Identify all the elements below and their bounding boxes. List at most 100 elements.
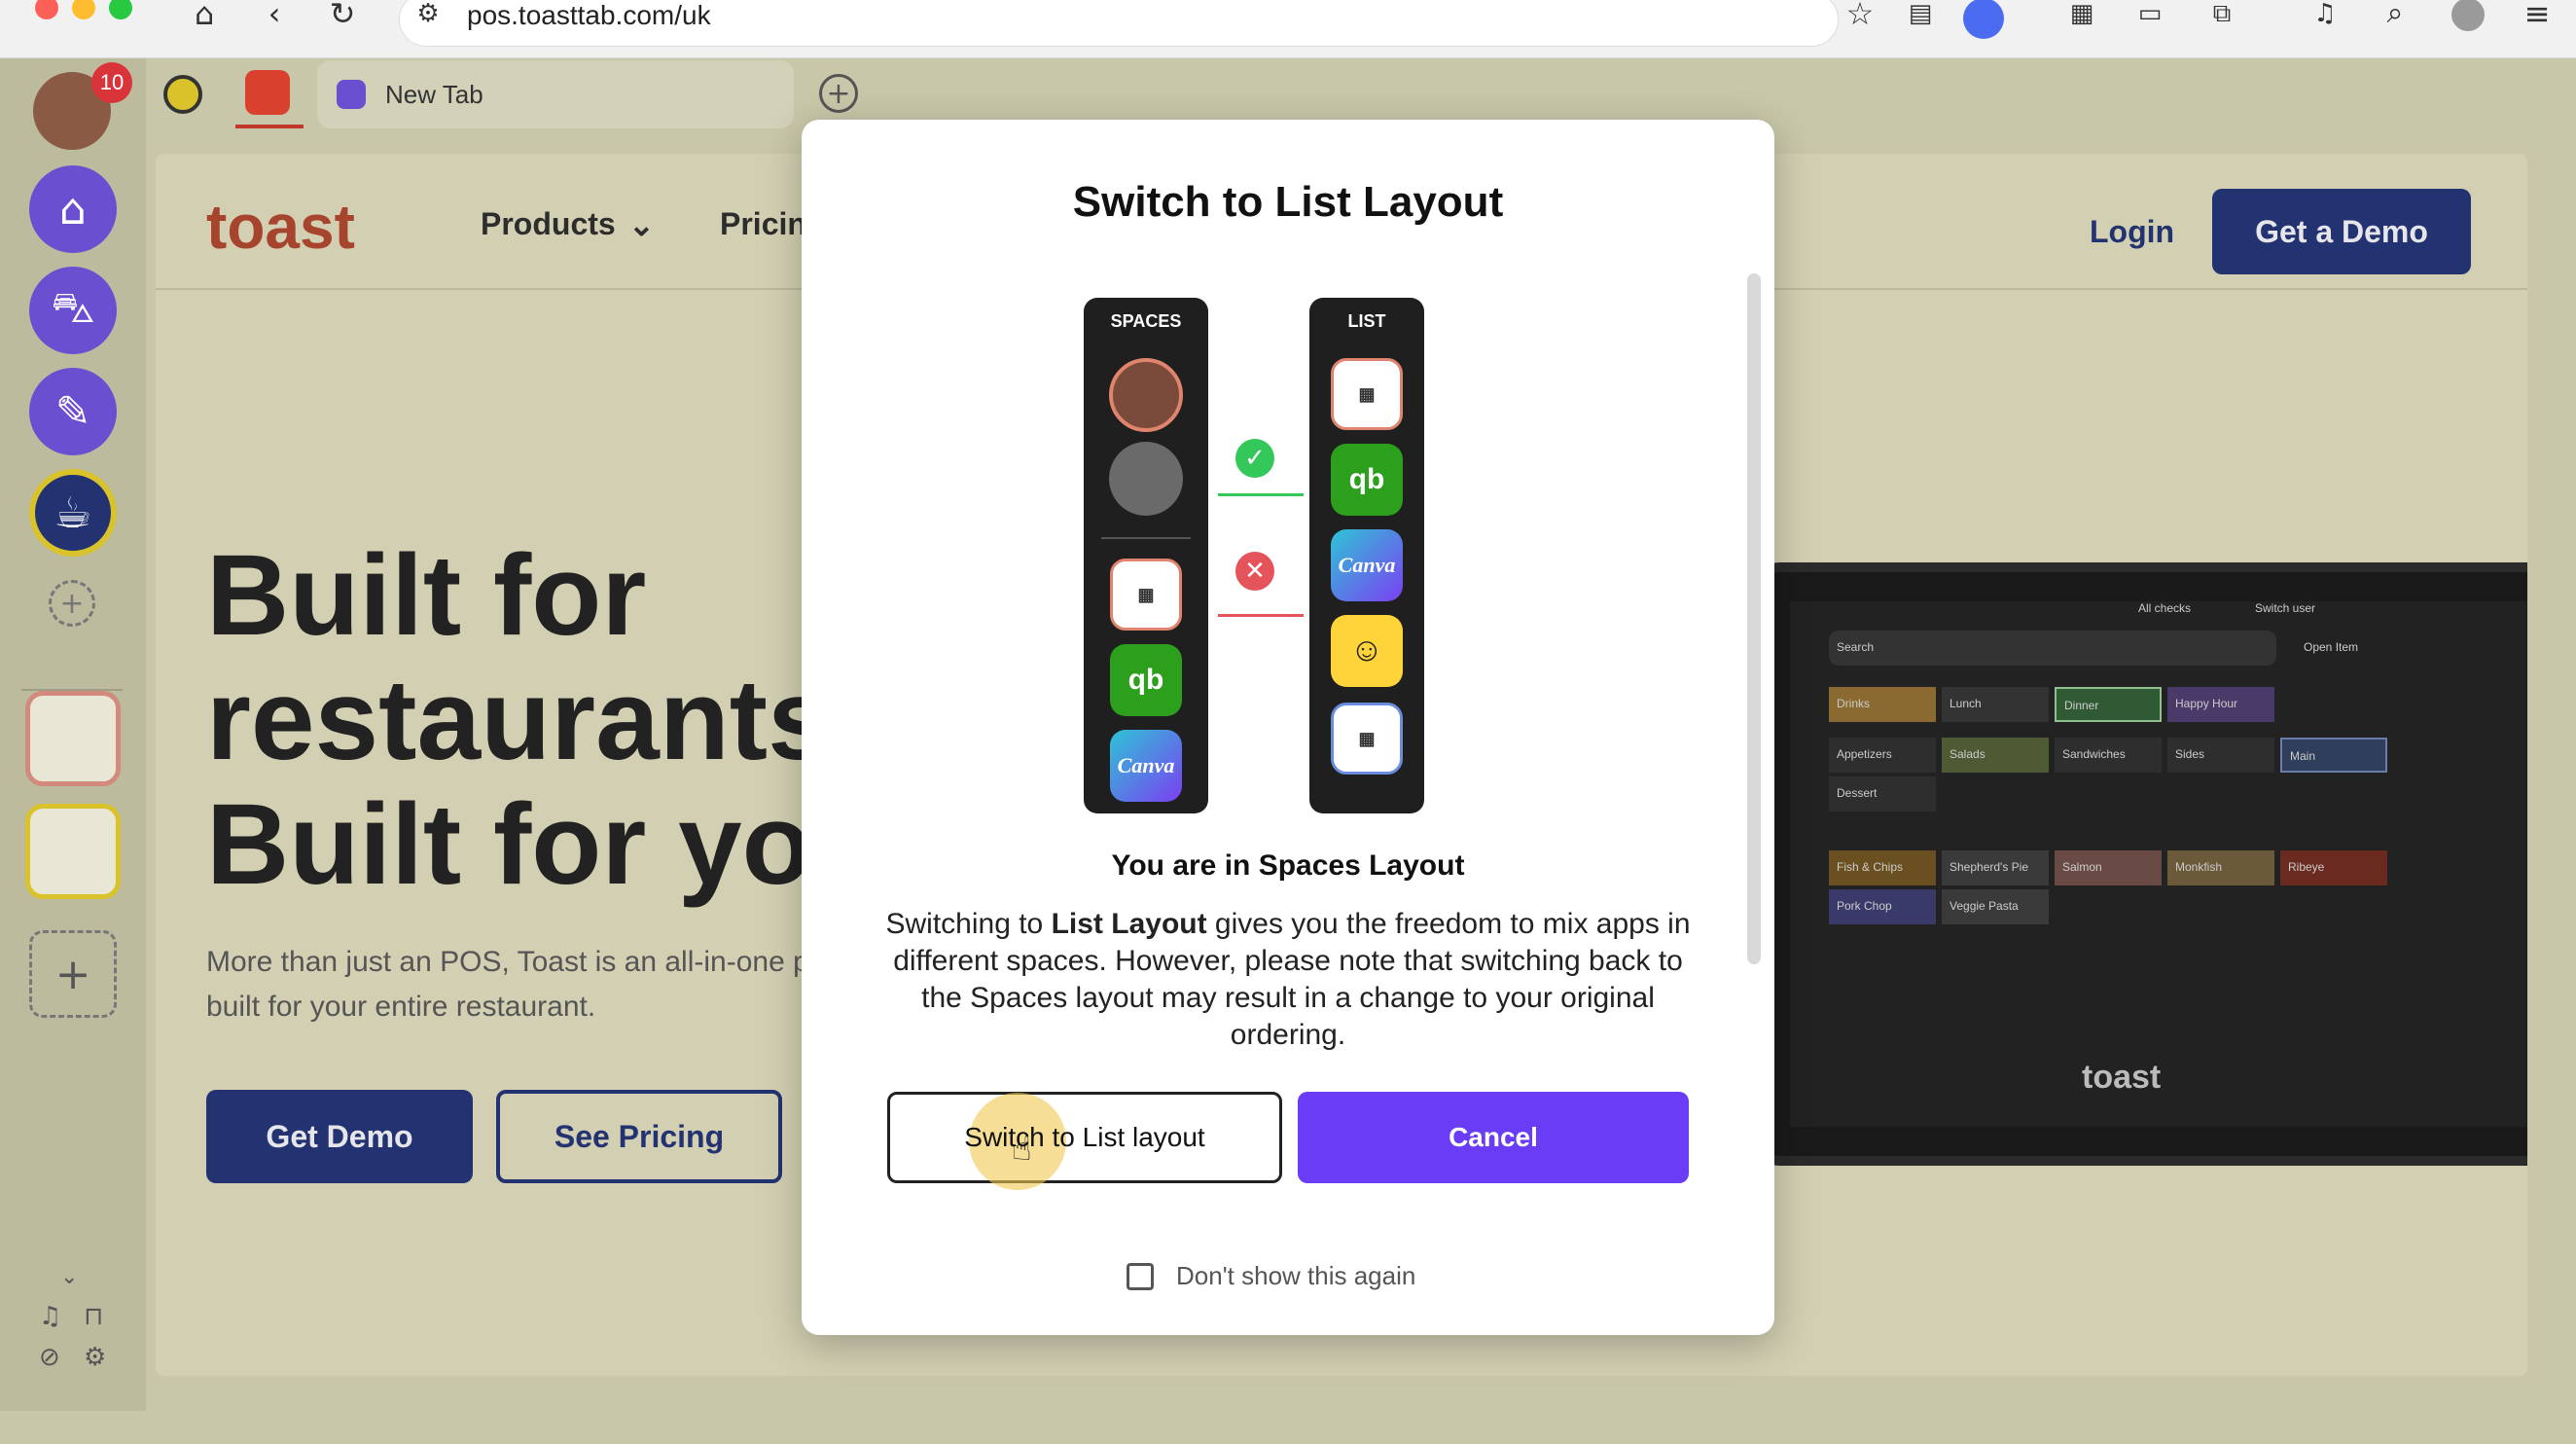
star-icon[interactable]: ☆ <box>1839 0 1881 33</box>
menu-icon[interactable]: ≡ <box>2516 0 2558 33</box>
cancel-button[interactable]: Cancel <box>1298 1092 1689 1183</box>
list-layout-illustration: LIST ▦ qb Canva ☺ ▦ <box>1309 298 1424 813</box>
nav-pricing[interactable]: Pricin <box>720 206 806 242</box>
switch-to-list-button[interactable]: Switch to List layout <box>887 1092 1282 1183</box>
modal-body: Switching to List Layout gives you the f… <box>879 906 1697 1054</box>
toast-logo[interactable]: toast <box>206 191 355 263</box>
hero-heading: Built for restaurants Built for you <box>206 533 882 907</box>
home-icon[interactable]: ⌂ <box>183 0 226 33</box>
notification-badge: 10 <box>91 62 132 103</box>
get-a-demo-button[interactable]: Get a Demo <box>2212 189 2471 274</box>
pos-all-checks: All checks <box>2138 601 2192 615</box>
body-bold: List Layout <box>1051 908 1207 940</box>
new-tab-label: New Tab <box>385 79 483 109</box>
cup-space-icon[interactable]: ☕ <box>29 469 117 557</box>
pos-subcategory: Salads <box>1942 738 2049 773</box>
pos-category: Dinner <box>2055 687 2162 722</box>
add-tab-icon[interactable]: + <box>819 74 858 113</box>
toast-tab-icon <box>245 70 290 115</box>
profile-icon[interactable] <box>2451 0 2485 31</box>
basket-space-icon[interactable]: ⛍ <box>29 267 117 354</box>
extensions-icon[interactable]: ⧉ <box>2200 0 2243 33</box>
cross-icon: ✕ <box>1235 552 1274 591</box>
canva-icon: Canva <box>1110 730 1182 802</box>
site-info-icon[interactable]: ⚙ <box>407 0 449 33</box>
dont-show-checkbox[interactable] <box>1127 1263 1154 1290</box>
minimize-window-button[interactable] <box>72 0 95 19</box>
social-apps-icon: ▦ <box>1331 703 1403 775</box>
url-text[interactable]: pos.toasttab.com/uk <box>467 0 711 31</box>
new-tab-icon <box>337 80 366 109</box>
hero-sub-line: More than just an POS, Toast is an all-i… <box>206 946 809 978</box>
add-app-icon[interactable]: + <box>29 930 117 1018</box>
reload-icon[interactable]: ↻ <box>321 0 364 33</box>
close-window-button[interactable] <box>35 0 58 19</box>
sidebar: 10 ⌂ ⛍ ✎ ☕ + + ⌄ ♫ ⊓ ⊘ ⚙ <box>0 58 146 1411</box>
lock-icon[interactable]: ⊓ <box>84 1302 103 1331</box>
space-avatar-2 <box>1109 442 1183 516</box>
see-pricing-button[interactable]: See Pricing <box>496 1090 782 1183</box>
modal-subtitle: You are in Spaces Layout <box>1111 849 1465 882</box>
canva-icon: Canva <box>1331 529 1403 601</box>
app-folder-toast-icon[interactable] <box>25 804 121 899</box>
tab-groups-icon[interactable]: ▭ <box>2129 0 2171 33</box>
pos-item: Shepherd's Pie <box>1942 850 2049 885</box>
browser-toolbar: ⌂ ‹ ↻ ⚙ pos.toasttab.com/uk ☆ ▤ ▦ ▭ ⧉ ♫ … <box>0 0 2576 58</box>
pos-switch-user: Switch user <box>2255 601 2316 615</box>
chevron-down-icon[interactable]: ⌄ <box>60 1265 78 1289</box>
modal-title: Switch to List Layout <box>1072 178 1504 226</box>
mailchimp-icon: ☺ <box>1331 615 1403 687</box>
toast-pos-tab-icon <box>163 75 202 114</box>
hero-line: Built for <box>206 531 647 660</box>
pos-item: Pork Chop <box>1829 889 1936 924</box>
pos-category: Drinks <box>1829 687 1936 722</box>
pos-subcategory: Main <box>2280 738 2387 773</box>
app-folder-google-icon[interactable] <box>25 691 121 786</box>
pos-search: Search <box>1829 631 2276 666</box>
pos-open-item: Open Item <box>2304 640 2359 654</box>
arrow-right-icon <box>1218 493 1304 496</box>
google-apps-icon: ▦ <box>1331 358 1403 430</box>
arrow-left-icon <box>1218 614 1304 617</box>
extension-icon[interactable] <box>1963 0 2004 39</box>
list-label: LIST <box>1347 311 1386 331</box>
pos-subcategory: Sides <box>2167 738 2274 773</box>
phone-divider <box>1101 537 1191 539</box>
reading-list-icon[interactable]: ▦ <box>2060 0 2103 33</box>
pos-subcategory: Sandwiches <box>2055 738 2162 773</box>
pos-item: Ribeye <box>2280 850 2387 885</box>
add-space-icon[interactable]: + <box>49 580 95 627</box>
pos-item: Fish & Chips <box>1829 850 1936 885</box>
maximize-window-button[interactable] <box>109 0 132 19</box>
compass-icon[interactable]: ⊘ <box>39 1343 60 1372</box>
hero-sub-line: built for your entire restaurant. <box>206 991 596 1023</box>
pos-subcategory: Dessert <box>1829 776 1936 812</box>
google-apps-icon: ▦ <box>1110 559 1182 631</box>
pos-item: Salmon <box>2055 850 2162 885</box>
quickbooks-icon: qb <box>1331 444 1403 516</box>
chevron-down-icon[interactable]: ⌄ <box>628 206 655 243</box>
tab-new-tab[interactable]: New Tab <box>317 60 794 128</box>
bell-icon[interactable]: ♫ <box>39 1302 61 1331</box>
pos-device-image: Search Open Item All checks Switch user … <box>1751 562 2527 1166</box>
get-demo-button[interactable]: Get Demo <box>206 1090 473 1183</box>
back-icon[interactable]: ‹ <box>253 0 296 33</box>
tab-toast-pos[interactable] <box>163 60 222 128</box>
tab-toast-active[interactable] <box>235 60 304 128</box>
settings-icon[interactable]: ⚙ <box>84 1343 106 1372</box>
body-prefix: Switching to <box>885 908 1052 940</box>
hero-line: restaurants <box>206 656 832 784</box>
nav-login[interactable]: Login <box>2090 214 2174 250</box>
pos-category: Happy Hour <box>2167 687 2274 722</box>
device-brand: toast <box>2082 1059 2162 1096</box>
search-icon[interactable]: ⌕ <box>2374 0 2416 33</box>
space-avatar-1 <box>1109 358 1183 432</box>
home-space-icon[interactable]: ⌂ <box>29 165 117 253</box>
brush-space-icon[interactable]: ✎ <box>29 368 117 455</box>
pos-item: Veggie Pasta <box>1942 889 2049 924</box>
tab-strip-icon[interactable]: ▤ <box>1899 0 1942 33</box>
pos-category: Lunch <box>1942 687 2049 722</box>
nav-products[interactable]: Products <box>481 206 616 242</box>
media-icon[interactable]: ♫ <box>2304 0 2346 33</box>
check-icon: ✓ <box>1235 439 1274 478</box>
